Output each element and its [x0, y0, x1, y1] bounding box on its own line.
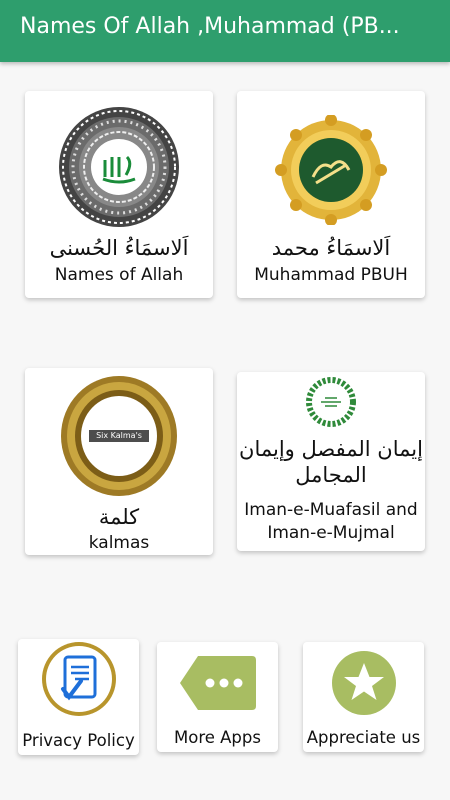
appreciate-us-label: Appreciate us: [306, 728, 421, 747]
more-apps-button[interactable]: More Apps: [157, 642, 278, 752]
card-english-title-line2: Iman-e-Mujmal: [267, 523, 395, 543]
card-arabic-title: اَلاسمَاءُ الحُسنی: [49, 236, 189, 260]
card-arabic-title: اَلاسمَاءُ محمد: [271, 236, 391, 260]
card-arabic-title-line2: المجامل: [295, 463, 367, 487]
card-english-title: kalmas: [88, 533, 150, 553]
more-apps-label: More Apps: [174, 728, 261, 747]
kalma-frame-icon: Six Kalma's: [59, 374, 179, 502]
app-title: Names Of Allah ,Muhammad (PB...: [20, 14, 400, 39]
allah-medallion-icon: [57, 105, 181, 233]
appreciate-us-button[interactable]: Appreciate us: [303, 642, 424, 752]
privacy-policy-button[interactable]: Privacy Policy: [18, 639, 139, 755]
app-bar: Names Of Allah ,Muhammad (PB...: [0, 0, 450, 62]
card-names-of-allah[interactable]: اَلاسمَاءُ الحُسنی Names of Allah: [25, 91, 213, 298]
document-check-icon: [41, 641, 117, 721]
card-english-title: Names of Allah: [54, 265, 184, 285]
card-english-title: Muhammad PBUH: [254, 265, 408, 285]
card-muhammad[interactable]: اَلاسمَاءُ محمد Muhammad PBUH: [237, 91, 425, 298]
star-icon: [331, 650, 397, 720]
muhammad-medallion-icon: [271, 114, 391, 229]
card-arabic-title: كلمة: [98, 505, 140, 529]
more-dots-icon: [178, 652, 258, 718]
card-iman[interactable]: إيمان المفصل وإيمان المجامل Iman-e-Muafa…: [237, 372, 425, 551]
card-english-title-line1: Iman-e-Muafasil and: [244, 500, 418, 520]
card-arabic-title-line1: إيمان المفصل وإيمان: [239, 437, 423, 461]
kalma-image-text: Six Kalma's: [96, 431, 142, 440]
privacy-policy-label: Privacy Policy: [22, 731, 135, 750]
iman-wreath-icon: [303, 376, 359, 432]
card-kalmas[interactable]: Six Kalma's كلمة kalmas: [25, 368, 213, 555]
